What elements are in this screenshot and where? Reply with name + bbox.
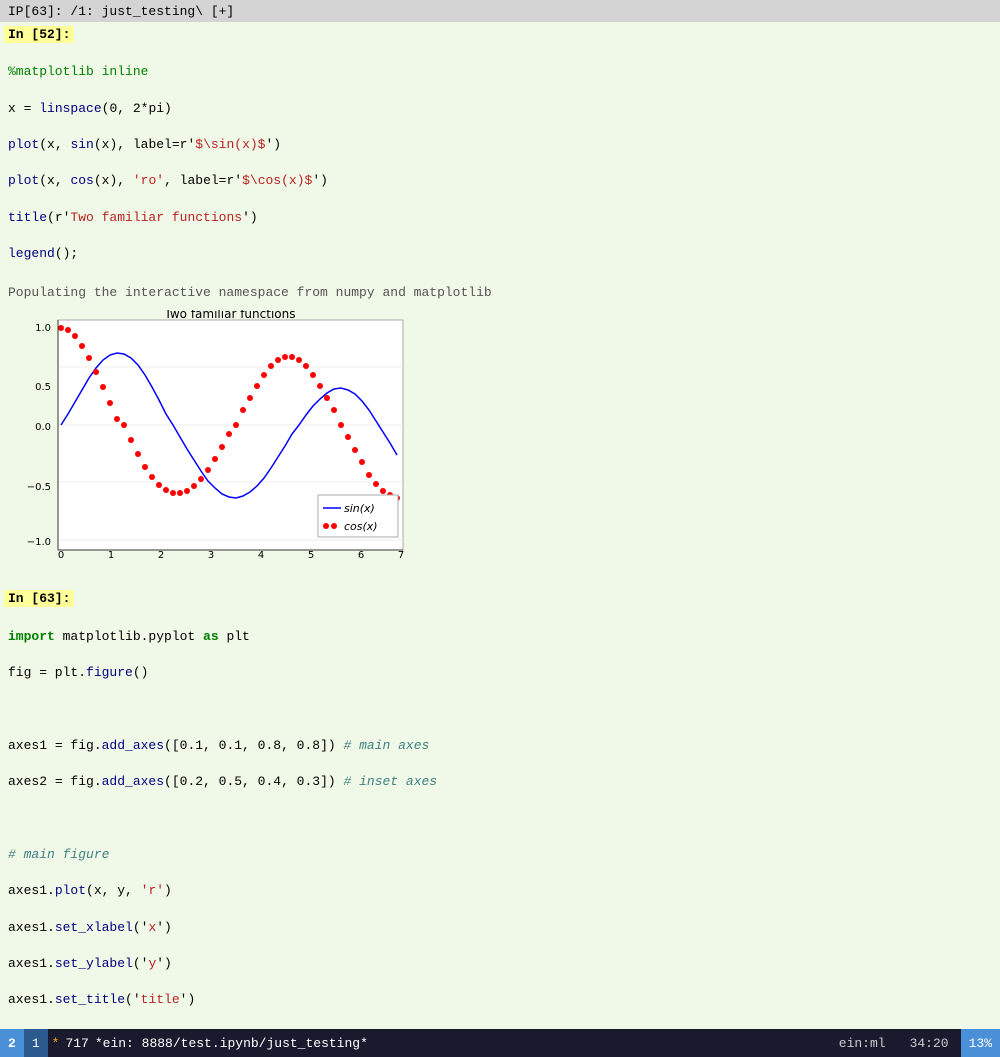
chart1-title: Two familiar functions [164,310,296,321]
status-position: 34:20 [898,1036,961,1051]
cell-in-label-63[interactable]: In [63]: [0,590,1000,607]
status-cell-number: 1 [24,1029,48,1057]
svg-text:5: 5 [308,550,314,561]
status-modified: * [48,1036,64,1051]
svg-text:cos(x): cos(x) [344,520,378,533]
svg-text:1: 1 [108,550,114,561]
cell-code-52[interactable]: %matplotlib inline x = linspace(0, 2*pi)… [0,43,1000,283]
cell-in-label-52[interactable]: In [52]: [0,26,1000,43]
svg-text:−0.5: −0.5 [27,482,51,493]
svg-text:7: 7 [398,550,404,561]
status-linecount: 717 [63,1036,90,1051]
code-magic: %matplotlib inline [8,64,148,79]
status-file: *ein: 8888/test.ipynb/just_testing* [91,1036,827,1051]
svg-text:2: 2 [158,550,164,561]
svg-text:1.0: 1.0 [35,323,51,334]
cell-code-63[interactable]: import matplotlib.pyplot as plt fig = pl… [0,607,1000,1029]
cell-63: In [63]: import matplotlib.pyplot as plt… [0,586,1000,1029]
title-text: IP[63]: /1: just_testing\ [+] [8,4,234,19]
svg-text:−1.0: −1.0 [27,537,51,548]
status-bar: 2 1 * 717 *ein: 8888/test.ipynb/just_tes… [0,1029,1000,1057]
svg-text:0.0: 0.0 [35,422,51,433]
chart1-svg: Two familiar functions 1.0 0.5 0.0 −0.5 … [8,310,418,570]
chart1-wrapper: Two familiar functions 1.0 0.5 0.0 −0.5 … [8,310,418,574]
svg-text:6: 6 [358,550,364,561]
status-percent: 13% [961,1029,1000,1057]
cell-52: In [52]: %matplotlib inline x = linspace… [0,22,1000,586]
status-vim-mode: ein:ml [827,1036,898,1051]
svg-text:0: 0 [58,550,64,561]
svg-text:0.5: 0.5 [35,382,51,393]
svg-text:3: 3 [208,550,214,561]
notebook: In [52]: %matplotlib inline x = linspace… [0,22,1000,1029]
cell-output-text-52: Populating the interactive namespace fro… [0,283,1000,302]
title-bar: IP[63]: /1: just_testing\ [+] [0,0,1000,22]
svg-text:4: 4 [258,550,264,561]
svg-text:sin(x): sin(x) [344,502,375,515]
status-mode-number: 2 [0,1029,24,1057]
